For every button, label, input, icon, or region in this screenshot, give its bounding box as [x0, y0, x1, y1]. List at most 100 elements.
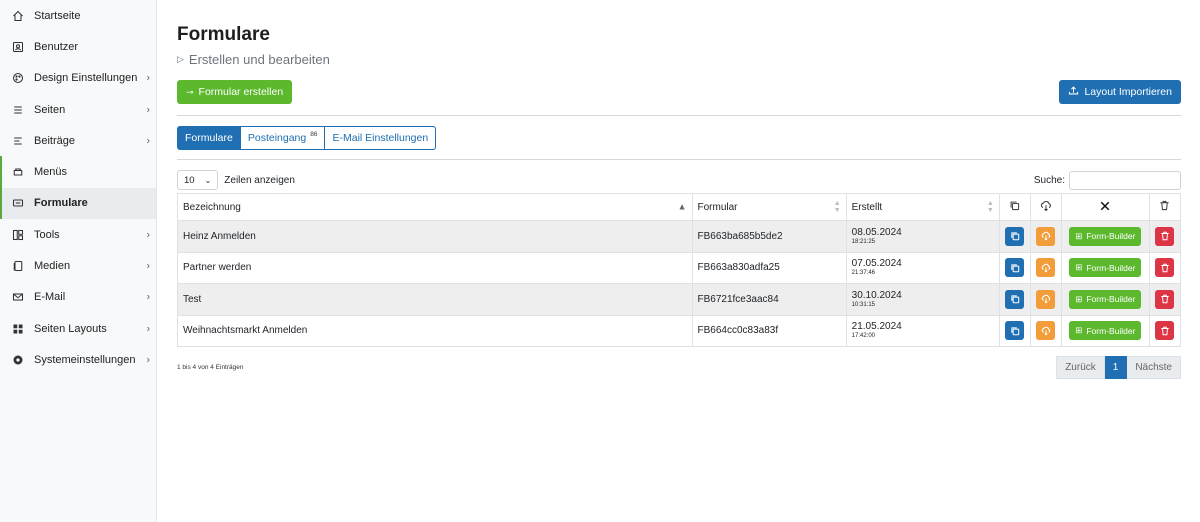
table-row: Test FB6721fce3aac84 30.10.2024 10:31:15 … — [177, 283, 1182, 316]
form-builder-button[interactable]: ⊞ Form-Builder — [1069, 289, 1142, 309]
sidebar-item-design-einstellungen[interactable]: Design Einstellungen › — [0, 63, 156, 94]
search-input[interactable] — [1069, 170, 1181, 190]
table-header-row: Bezeichnung ▲ Formular ▲ ▼ Erstellt ▲ ▼ — [177, 193, 1182, 221]
pagination-page-button[interactable]: 1 — [1104, 356, 1128, 379]
download-button[interactable] — [1036, 258, 1056, 278]
sidebar-item-label: Medien — [34, 260, 71, 273]
media-icon — [11, 259, 25, 273]
tab-posteingang[interactable]: Posteingang 86 — [240, 126, 326, 150]
tab-formulare[interactable]: Formulare — [177, 126, 241, 150]
palette-icon — [11, 71, 25, 85]
form-icon — [11, 196, 25, 210]
sidebar-item-startseite[interactable]: Startseite — [0, 0, 156, 31]
page-length-control: 10 ⌄ Zeilen anzeigen — [177, 170, 295, 190]
cell-form-id: FB664cc0c83a83f — [691, 314, 847, 347]
column-header-created[interactable]: Erstellt ▲ ▼ — [845, 193, 1000, 221]
column-header-tools — [1060, 193, 1150, 221]
sidebar-item-formulare[interactable]: Formulare — [0, 187, 156, 220]
import-layout-button[interactable]: Layout Importieren — [1059, 80, 1181, 104]
page-length-value: 10 — [184, 174, 195, 186]
sidebar-item-beitraege[interactable]: Beiträge › — [0, 125, 156, 156]
cell-name: Partner werden — [177, 251, 693, 284]
download-button[interactable] — [1036, 289, 1056, 309]
forms-table: Bezeichnung ▲ Formular ▲▼ Erstellt ▲▼ — [177, 193, 1182, 347]
form-builder-label: Form-Builder — [1086, 231, 1136, 242]
tab-bar: Formulare Posteingang 86 E-Mail Einstell… — [177, 126, 1181, 150]
delete-button[interactable] — [1155, 226, 1175, 246]
sidebar-item-label: Systemeinstellungen — [34, 353, 136, 366]
chevron-down-icon: ⌄ — [204, 175, 212, 185]
sidebar-item-label: E-Mail — [34, 291, 66, 304]
delete-button[interactable] — [1155, 321, 1175, 341]
create-form-button[interactable]: ⊸ Formular erstellen — [177, 80, 293, 104]
form-builder-button[interactable]: ⊞ Form-Builder — [1069, 258, 1142, 278]
cell-name: Weihnachtsmarkt Anmelden — [177, 314, 693, 347]
column-header-name[interactable]: Bezeichnung ▲ — [177, 193, 693, 221]
cell-form-id: FB6721fce3aac84 — [691, 283, 847, 316]
mail-icon — [11, 290, 25, 304]
form-builder-button[interactable]: ⊞ Form-Builder — [1069, 321, 1142, 341]
delete-button[interactable] — [1155, 258, 1175, 278]
divider — [177, 159, 1181, 160]
cell-name: Test — [177, 283, 693, 316]
copy-button[interactable] — [1005, 289, 1025, 309]
sidebar-item-label: Design Einstellungen — [34, 72, 138, 85]
created-date: 07.05.2024 — [851, 258, 902, 270]
column-header-form[interactable]: Formular ▲ ▼ — [691, 193, 847, 221]
table-row: Partner werden FB663a830adfa25 07.05.202… — [177, 251, 1182, 284]
list-alt-icon — [11, 134, 25, 148]
table-controls: 10 ⌄ Zeilen anzeigen Suche: — [177, 170, 1181, 190]
pagination-next-button[interactable]: Nächste — [1127, 356, 1181, 379]
chevron-right-icon: › — [146, 291, 150, 303]
column-header-download — [1029, 193, 1062, 221]
grid-icon: ⊞ — [1075, 262, 1083, 273]
upload-icon — [1068, 85, 1079, 99]
sidebar-item-seiten[interactable]: Seiten › — [0, 94, 156, 125]
table-footer: 1 bis 4 von 4 Einträgen Zurück 1 Nächste — [177, 356, 1181, 379]
sidebar-item-seiten-layouts[interactable]: Seiten Layouts › — [0, 313, 156, 344]
sidebar-item-medien[interactable]: Medien › — [0, 250, 156, 281]
sidebar-item-benutzer[interactable]: Benutzer — [0, 31, 156, 62]
toggle-icon: ⊸ — [186, 86, 194, 97]
cell-form-builder: ⊞ Form-Builder — [1060, 251, 1150, 284]
grid-icon: ⊞ — [1075, 325, 1083, 336]
chevron-right-icon: › — [146, 354, 150, 366]
copy-button[interactable] — [1005, 258, 1025, 278]
column-header-label: Bezeichnung — [183, 201, 241, 213]
sidebar-item-systemeinstellungen[interactable]: Systemeinstellungen › — [0, 344, 156, 375]
cell-created: 30.10.2024 10:31:15 — [845, 283, 1000, 316]
copy-button[interactable] — [1005, 226, 1025, 246]
list-icon — [11, 103, 25, 117]
created-time: 21:37:46 — [851, 270, 875, 277]
chevron-right-icon: › — [146, 229, 150, 241]
sidebar-item-label: Beiträge — [34, 134, 75, 147]
created-date: 08.05.2024 — [851, 226, 902, 238]
table-row: Weihnachtsmarkt Anmelden FB664cc0c83a83f… — [177, 314, 1182, 347]
main-content: Formulare ▷ Erstellen und bearbeiten ⊸ F… — [157, 0, 1200, 522]
cell-copy — [998, 220, 1031, 253]
sidebar-item-menues[interactable]: Menüs — [0, 156, 156, 188]
sidebar-item-email[interactable]: E-Mail › — [0, 282, 156, 313]
menu-icon — [11, 165, 25, 179]
triangle-right-icon: ▷ — [177, 54, 184, 64]
sidebar-item-tools[interactable]: Tools › — [0, 219, 156, 250]
created-date: 30.10.2024 — [851, 289, 902, 301]
pagination-prev-button[interactable]: Zurück — [1056, 356, 1105, 379]
form-builder-label: Form-Builder — [1086, 262, 1136, 273]
form-builder-label: Form-Builder — [1086, 325, 1136, 336]
grid-icon — [11, 322, 25, 336]
created-date: 21.05.2024 — [851, 321, 902, 333]
delete-button[interactable] — [1155, 289, 1175, 309]
sidebar-item-label: Formulare — [34, 197, 88, 210]
form-builder-button[interactable]: ⊞ Form-Builder — [1069, 226, 1142, 246]
cell-copy — [998, 314, 1031, 347]
page-length-select[interactable]: 10 ⌄ — [177, 170, 219, 190]
cell-delete — [1148, 314, 1182, 347]
sidebar-item-label: Tools — [34, 228, 60, 241]
cell-created: 07.05.2024 21:37:46 — [845, 251, 1000, 284]
download-button[interactable] — [1036, 226, 1056, 246]
copy-button[interactable] — [1005, 321, 1025, 341]
download-button[interactable] — [1036, 321, 1056, 341]
page-length-label: Zeilen anzeigen — [224, 174, 295, 186]
tab-email-einstellungen[interactable]: E-Mail Einstellungen — [325, 126, 437, 150]
